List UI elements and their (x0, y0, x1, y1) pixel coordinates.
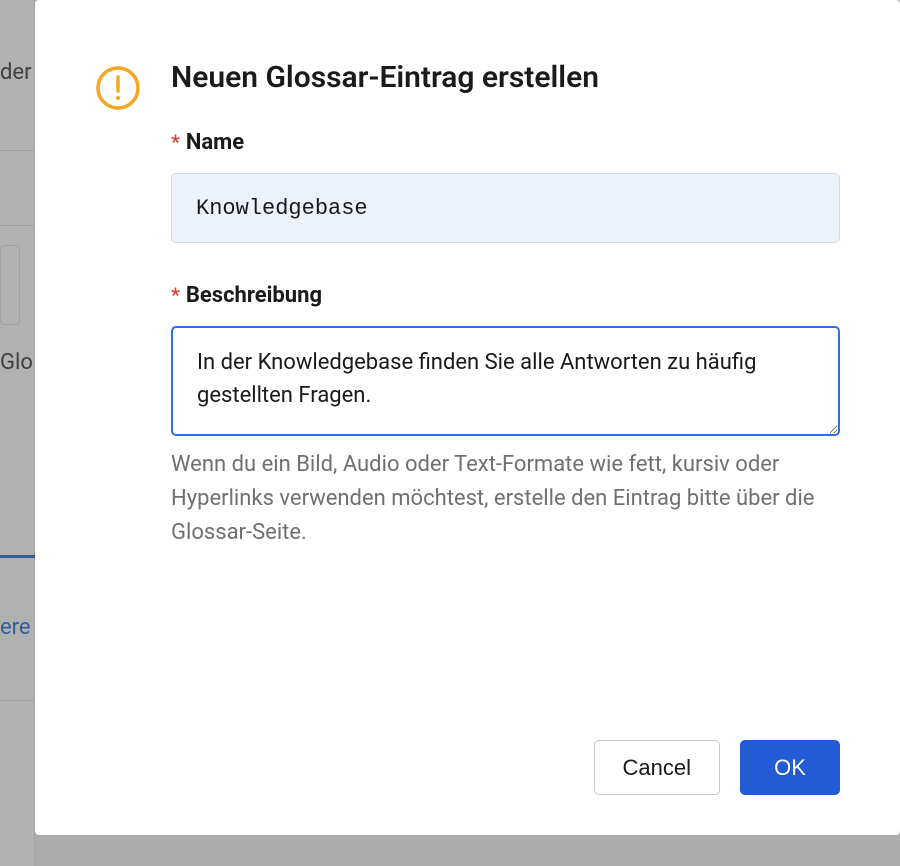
description-label-text: Beschreibung (186, 283, 322, 308)
name-input[interactable] (171, 173, 840, 243)
modal-title: Neuen Glossar-Eintrag erstellen (171, 60, 840, 95)
description-label: * Beschreibung (171, 283, 840, 308)
required-indicator: * (171, 130, 180, 154)
ok-button[interactable]: OK (740, 740, 840, 795)
name-label: * Name (171, 130, 840, 155)
modal-body: Neuen Glossar-Eintrag erstellen * Name *… (171, 60, 840, 795)
warning-icon (95, 65, 141, 111)
cancel-button[interactable]: Cancel (594, 740, 720, 795)
description-help-text: Wenn du ein Bild, Audio oder Text-Format… (171, 448, 840, 550)
name-label-text: Name (186, 130, 244, 155)
required-indicator: * (171, 283, 180, 307)
glossary-entry-modal: Neuen Glossar-Eintrag erstellen * Name *… (35, 0, 900, 835)
description-textarea[interactable] (171, 326, 840, 436)
modal-footer: Cancel OK (171, 740, 840, 795)
